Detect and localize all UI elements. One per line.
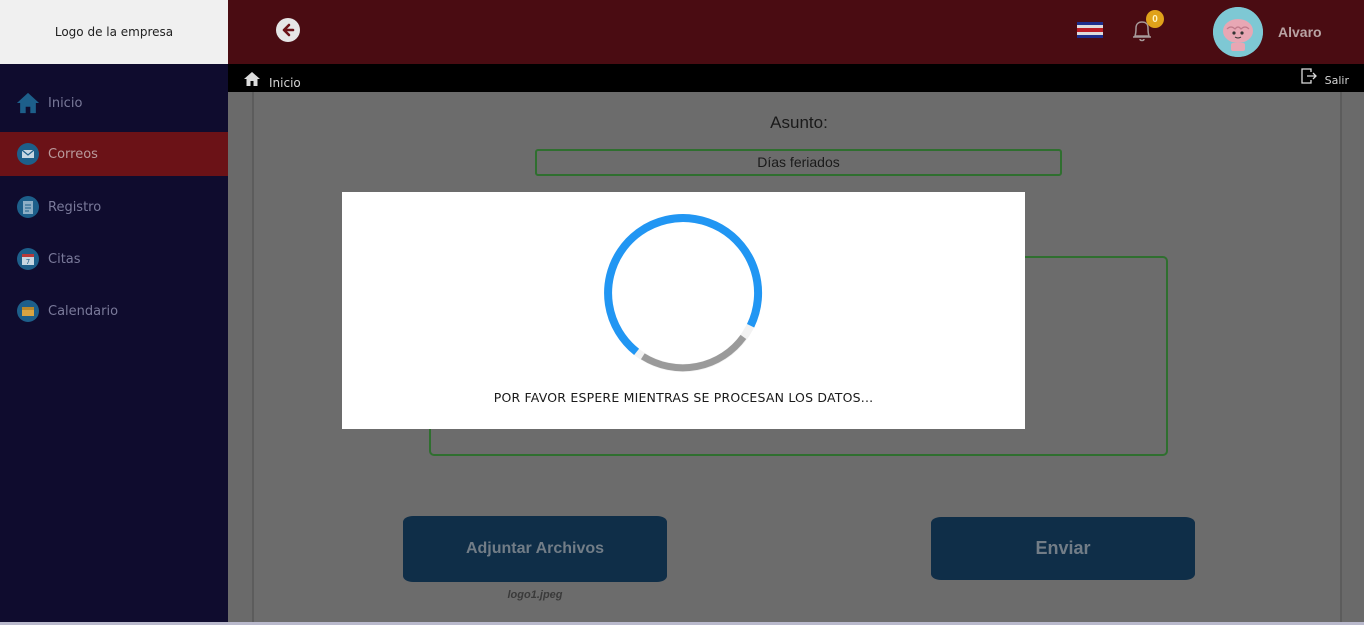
sidebar: Inicio Correos Registro 7 Citas Calendar… (0, 64, 228, 625)
sidebar-item-label: Correos (48, 146, 98, 162)
subject-field[interactable]: Días feriados (535, 149, 1062, 176)
top-header: 0 Alvaro (228, 0, 1364, 64)
sidebar-item-label: Citas (48, 251, 81, 267)
sidebar-item-label: Calendario (48, 303, 119, 319)
brain-mascot-icon (1213, 7, 1263, 57)
calendar-day-icon: 7 (16, 247, 40, 271)
sidebar-item-registro[interactable]: Registro (0, 185, 228, 229)
logout-icon (1300, 68, 1317, 84)
logout-label: Salir (1324, 74, 1349, 87)
company-logo: Logo de la empresa (0, 0, 228, 64)
breadcrumb-home[interactable]: Inicio (243, 68, 301, 90)
sidebar-item-correos[interactable]: Correos (0, 132, 228, 176)
calendar-icon (16, 299, 40, 323)
sidebar-item-calendario[interactable]: Calendario (0, 289, 228, 333)
subject-label: Asunto: (770, 113, 828, 132)
breadcrumb-home-label: Inicio (269, 76, 301, 90)
loading-message: POR FAVOR ESPERE MIENTRAS SE PROCESAN LO… (493, 390, 874, 405)
home-icon (16, 91, 40, 115)
back-button[interactable] (276, 18, 300, 42)
svg-text:7: 7 (26, 258, 30, 266)
sidebar-item-citas[interactable]: 7 Citas (0, 237, 228, 281)
arrow-left-icon (282, 23, 295, 37)
home-icon (244, 72, 260, 86)
mail-icon (16, 142, 40, 166)
sidebar-item-label: Inicio (48, 95, 83, 111)
logout-button[interactable]: Salir (1300, 67, 1349, 87)
attached-file-name: logo1.jpeg (507, 589, 563, 601)
logo-text: Logo de la empresa (54, 25, 174, 39)
user-avatar[interactable] (1213, 7, 1263, 57)
sidebar-item-inicio[interactable]: Inicio (0, 81, 228, 125)
loading-dialog: POR FAVOR ESPERE MIENTRAS SE PROCESAN LO… (342, 192, 1025, 429)
costa-rica-flag-icon[interactable] (1077, 22, 1103, 38)
notifications-button[interactable]: 0 (1127, 10, 1164, 46)
send-button[interactable]: Enviar (931, 517, 1195, 580)
sidebar-item-label: Registro (48, 199, 102, 215)
notification-badge: 0 (1146, 10, 1164, 28)
attach-files-button[interactable]: Adjuntar Archivos (403, 516, 667, 582)
loading-spinner-icon (604, 214, 763, 372)
user-name[interactable]: Alvaro (1278, 24, 1322, 40)
clipboard-icon (16, 195, 40, 219)
breadcrumb: Inicio Salir (228, 64, 1364, 92)
